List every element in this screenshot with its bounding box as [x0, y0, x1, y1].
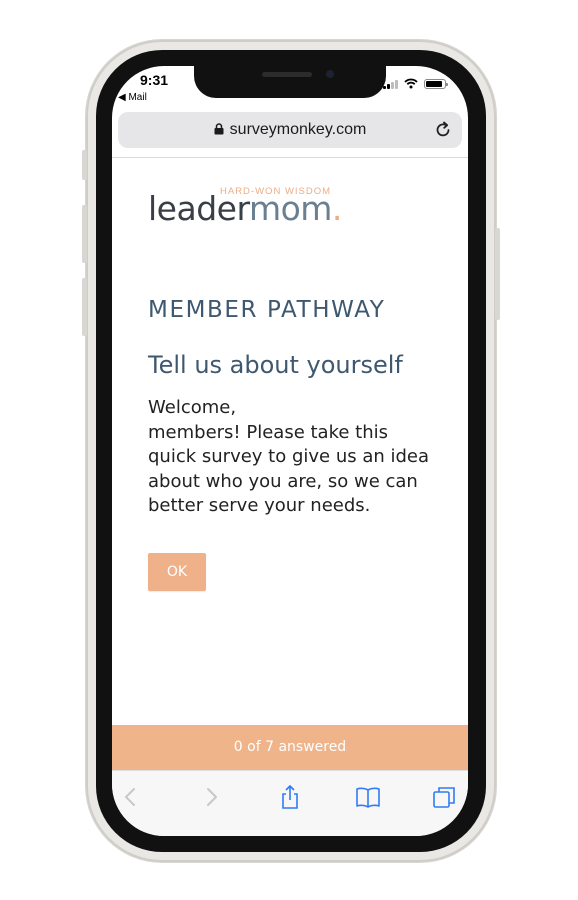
cellular-signal-icon	[383, 79, 398, 89]
phone-screen: 9:31 ◀ Mail surveymonkey.com HARD-WON WI…	[112, 66, 468, 836]
tabs-icon[interactable]	[430, 783, 458, 811]
toolbar-divider	[112, 157, 468, 158]
silent-switch	[82, 150, 87, 180]
intro-line: about who you are, so we can	[148, 470, 418, 492]
power-button	[495, 228, 500, 320]
forward-icon[interactable]	[197, 783, 225, 811]
share-icon[interactable]	[276, 783, 304, 811]
logo-dot: .	[331, 189, 343, 228]
volume-down-button	[82, 278, 87, 336]
earpiece-speaker	[262, 72, 312, 77]
intro-line: quick survey to give us an idea	[148, 446, 430, 467]
back-to-app-link[interactable]: ◀ Mail	[118, 92, 147, 103]
survey-title: MEMBER PATHWAY	[148, 297, 386, 323]
reload-icon[interactable]	[434, 121, 452, 139]
status-time: 9:31	[140, 72, 169, 88]
progress-footer: 0 of 7 answered	[112, 725, 468, 770]
wifi-icon	[404, 78, 418, 89]
status-indicators	[383, 78, 448, 89]
intro-line: members! Please take this	[148, 421, 389, 443]
intro-line: Welcome,	[148, 397, 237, 418]
notch	[194, 66, 386, 98]
safari-toolbar	[112, 770, 468, 836]
intro-line: better serve your needs.	[148, 495, 371, 516]
back-icon[interactable]	[117, 783, 145, 811]
survey-subtitle: Tell us about yourself	[148, 351, 403, 379]
leadermom-logo: HARD-WON WISDOM leadermom.	[148, 186, 342, 230]
ok-button[interactable]: OK	[148, 553, 206, 591]
address-bar[interactable]: surveymonkey.com	[118, 112, 462, 148]
survey-intro-text: Welcome, members! Please take this quick…	[148, 396, 448, 519]
lock-icon	[214, 123, 224, 135]
url-text: surveymonkey.com	[229, 121, 367, 138]
battery-icon	[424, 78, 448, 89]
logo-tagline: HARD-WON WISDOM	[220, 186, 332, 197]
bookmarks-icon[interactable]	[354, 783, 382, 811]
url-display[interactable]: surveymonkey.com	[118, 121, 462, 139]
front-camera	[326, 70, 334, 78]
volume-up-button	[82, 205, 87, 263]
